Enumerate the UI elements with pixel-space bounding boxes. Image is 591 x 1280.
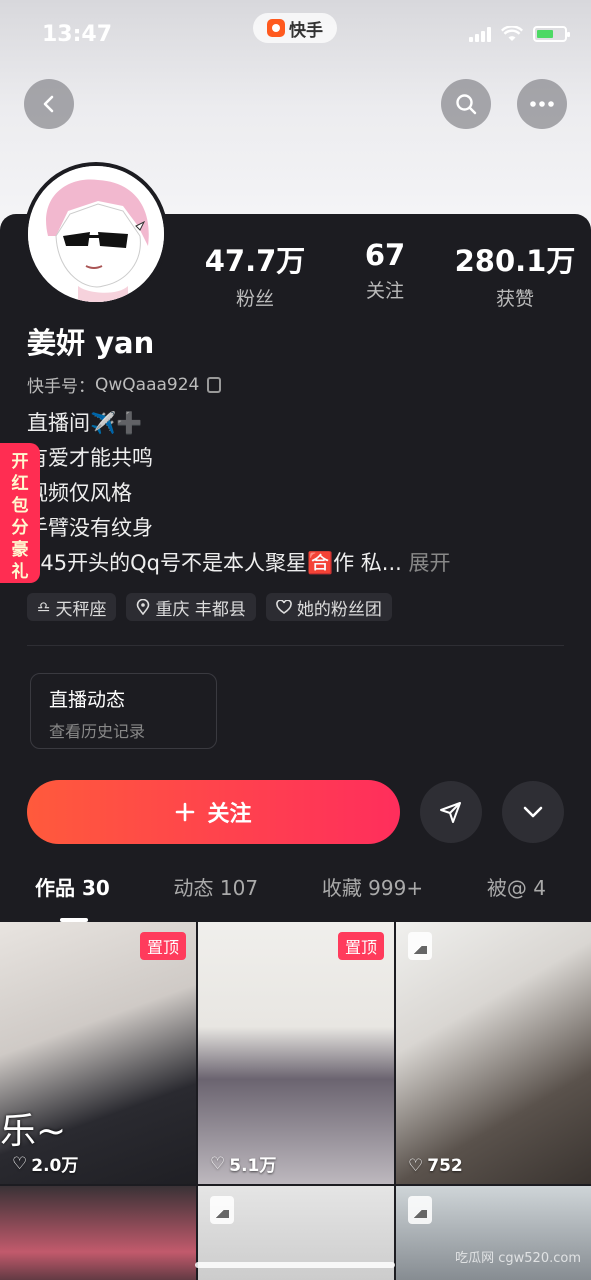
more-horizontal-icon: [530, 101, 554, 107]
watermark: 吃瓜网 cgw520.com: [455, 1251, 581, 1266]
uid-value: QwQaaa924: [95, 374, 200, 395]
send-icon: [440, 802, 461, 823]
bio-line: 直播间✈️➕: [27, 411, 143, 435]
tag-label: 天秤座: [55, 599, 107, 620]
location-icon: [137, 599, 150, 615]
stat-label: 关注: [365, 280, 404, 302]
share-button[interactable]: [420, 781, 482, 843]
heart-shield-icon: [276, 600, 292, 614]
tag-zodiac[interactable]: ♎︎ 天秤座: [27, 593, 117, 621]
work-thumbnail[interactable]: ♡ 752: [396, 922, 591, 1184]
tag-fan-group[interactable]: 她的粉丝团: [265, 593, 392, 621]
copy-icon[interactable]: [207, 376, 222, 393]
stat-label: 获赞: [495, 288, 534, 310]
red-envelope-char: 礼: [11, 562, 29, 582]
signal-icon: [469, 26, 491, 42]
stat-value: 280.1万: [454, 244, 576, 278]
plus-icon: [176, 802, 195, 822]
red-envelope-char: 分: [11, 518, 29, 538]
search-button[interactable]: [441, 79, 491, 129]
profile-tags: ♎︎ 天秤座 重庆 丰都县 她的粉丝团: [27, 593, 392, 621]
like-count: ♡ 5.1万: [210, 1151, 277, 1177]
avatar[interactable]: [24, 162, 168, 306]
heart-icon: ♡: [210, 1153, 226, 1174]
bio-line: 有爱才能共鸣: [27, 446, 153, 470]
tab-works[interactable]: 作品 30: [35, 872, 110, 922]
stat-value: 67: [364, 238, 406, 272]
red-envelope-char: 开: [11, 452, 29, 472]
work-thumbnail[interactable]: 置顶 ♡ 5.1万: [198, 922, 394, 1184]
tab-favorites[interactable]: 收藏 999+: [322, 872, 423, 912]
image-post-icon: [408, 932, 432, 960]
home-indicator[interactable]: [195, 1262, 395, 1268]
like-value: 5.1万: [229, 1156, 277, 1176]
battery-icon: [533, 26, 570, 42]
kuaishou-logo-icon: [267, 19, 285, 37]
bio-expand-link[interactable]: 展开: [408, 551, 450, 575]
image-post-icon: [408, 1196, 432, 1224]
works-grid: 置顶 乐~ ♡ 2.0万 置顶 ♡ 5.1万 ♡ 752: [0, 922, 591, 1280]
red-envelope-char: 豪: [11, 540, 29, 560]
stat-value: 47.7万: [204, 244, 306, 278]
tab-moments[interactable]: 动态 107: [174, 872, 259, 912]
status-icons: [469, 26, 570, 42]
image-post-icon: [210, 1196, 234, 1224]
profile-stats: 47.7万 粉丝 67 关注 280.1万 获赞: [190, 238, 580, 311]
follow-button[interactable]: 关注: [27, 780, 400, 844]
chevron-left-icon: [43, 95, 54, 113]
like-value: 2.0万: [31, 1156, 79, 1176]
red-envelope-char: 红: [11, 474, 29, 494]
content-tabs: 作品 30 动态 107 收藏 999+ 被@ 4: [0, 872, 591, 922]
app-pill[interactable]: 快手: [253, 13, 337, 43]
heart-icon: ♡: [408, 1156, 424, 1176]
stat-fans[interactable]: 47.7万 粉丝: [190, 238, 320, 311]
red-envelope-char: 包: [11, 496, 29, 516]
avatar-illustration: [28, 166, 164, 302]
stat-likes[interactable]: 280.1万 获赞: [450, 238, 580, 311]
status-time: 13:47: [42, 22, 113, 47]
live-history-card[interactable]: 直播动态 查看历史记录: [30, 673, 217, 749]
bio-line: 245开头的Qq号不是本人聚星🈴作 私...: [27, 551, 409, 575]
divider: [27, 645, 564, 646]
chevron-down-icon: [523, 806, 543, 818]
tag-location[interactable]: 重庆 丰都县: [126, 593, 256, 621]
profile-bio: 直播间✈️➕ 有爱才能共鸣 视频仅风格 手臂没有纹身 245开头的Qq号不是本人…: [27, 406, 567, 581]
profile-name: 姜妍 yan: [27, 326, 155, 360]
bio-line: 视频仅风格: [27, 481, 132, 505]
like-value: 752: [427, 1156, 463, 1176]
work-thumbnail[interactable]: [0, 1186, 196, 1280]
tag-label: 重庆 丰都县: [155, 599, 246, 620]
live-card-title: 直播动态: [49, 689, 126, 711]
red-envelope-tab[interactable]: 开 红 包 分 豪 礼: [0, 443, 40, 583]
like-count: ♡ 752: [408, 1156, 463, 1176]
heart-icon: ♡: [12, 1153, 28, 1174]
back-button[interactable]: [24, 79, 74, 129]
pinned-badge: 置顶: [139, 932, 186, 960]
pinned-badge: 置顶: [337, 932, 384, 960]
libra-icon: ♎︎: [37, 598, 51, 616]
app-name: 快手: [289, 20, 323, 41]
tag-label: 她的粉丝团: [296, 599, 382, 620]
more-button[interactable]: [517, 79, 567, 129]
search-icon: [456, 94, 477, 115]
bio-line: 手臂没有纹身: [27, 516, 153, 540]
stat-following[interactable]: 67 关注: [320, 238, 450, 311]
profile-uid[interactable]: 快手号： QwQaaa924: [27, 372, 222, 397]
like-count: ♡ 2.0万: [12, 1151, 79, 1177]
wifi-icon: [501, 26, 523, 41]
work-thumbnail[interactable]: 置顶 乐~ ♡ 2.0万: [0, 922, 196, 1184]
uid-label: 快手号：: [27, 377, 95, 397]
stat-label: 粉丝: [235, 288, 274, 310]
expand-button[interactable]: [502, 781, 564, 843]
thumbnail-caption: 乐~: [0, 1111, 67, 1152]
tab-mentions[interactable]: 被@ 4: [487, 872, 546, 912]
live-card-subtitle: 查看历史记录: [49, 722, 146, 741]
follow-label: 关注: [207, 802, 252, 827]
